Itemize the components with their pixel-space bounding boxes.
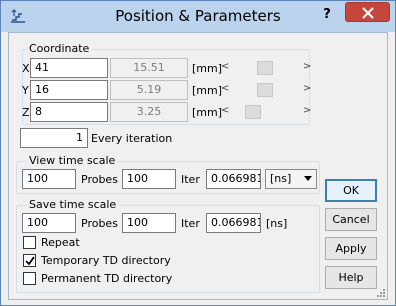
z-slider[interactable]: < >	[219, 102, 317, 122]
x-axis-label: X	[22, 62, 30, 75]
checkmark-icon	[25, 256, 35, 266]
resize-grip-icon[interactable]	[375, 287, 385, 297]
view-iter-field[interactable]: 0.066981	[206, 169, 261, 189]
permanent-td-directory-label: Permanent TD directory	[41, 272, 173, 285]
x-unit-label: [mm]	[192, 62, 223, 75]
y-axis-label: Y	[22, 84, 29, 97]
context-help-button[interactable]: ?	[317, 6, 337, 24]
y-unit-label: [mm]	[192, 84, 223, 97]
z-readout: 3.25	[110, 102, 188, 122]
ok-button[interactable]: OK	[325, 179, 377, 202]
repeat-label: Repeat	[41, 236, 80, 249]
y-slider-left-arrow[interactable]: <	[221, 83, 229, 94]
view-unit-selected: [ns]	[270, 172, 292, 185]
save-iter-label: Iter	[181, 217, 200, 230]
save-time-scale-field[interactable]: 100	[22, 213, 76, 233]
z-unit-label: [mm]	[192, 106, 223, 119]
view-unit-select[interactable]: [ns]	[265, 169, 317, 189]
y-slider-thumb[interactable]	[257, 83, 273, 97]
cancel-button[interactable]: Cancel	[325, 208, 377, 231]
temporary-td-directory-label: Temporary TD directory	[41, 254, 171, 267]
y-coordinate-field[interactable]: 16	[30, 80, 108, 100]
view-probes-field[interactable]: 100	[122, 169, 176, 189]
y-slider-right-arrow[interactable]: >	[303, 83, 311, 94]
save-iter-field[interactable]: 0.066981	[206, 213, 261, 233]
x-slider-thumb[interactable]	[257, 61, 273, 75]
save-probes-field[interactable]: 100	[122, 213, 176, 233]
dialog-client-area: Coordinate X 41 15.51 [mm] < > Y 16 5.19…	[8, 32, 388, 300]
dialog-window: Position & Parameters ? Coordinate X 41 …	[0, 0, 396, 306]
z-slider-right-arrow[interactable]: >	[303, 105, 311, 116]
repeat-checkbox[interactable]	[23, 236, 36, 249]
z-slider-thumb[interactable]	[245, 105, 261, 119]
save-probes-label: Probes	[81, 217, 118, 230]
temporary-td-directory-checkbox[interactable]	[23, 254, 36, 267]
y-readout: 5.19	[110, 80, 188, 100]
title-bar[interactable]: Position & Parameters ?	[1, 1, 395, 32]
chevron-down-icon	[304, 176, 312, 181]
y-slider[interactable]: < >	[219, 80, 317, 100]
every-iteration-label: Every iteration	[91, 132, 173, 145]
iteration-field[interactable]: 1	[20, 128, 88, 148]
close-icon	[362, 7, 374, 19]
apply-button[interactable]: Apply	[325, 237, 377, 260]
coordinate-group-label: Coordinate	[27, 42, 92, 55]
z-slider-left-arrow[interactable]: <	[221, 105, 229, 116]
z-coordinate-field[interactable]: 8	[30, 102, 108, 122]
close-button[interactable]	[345, 2, 390, 22]
save-unit-label: [ns]	[266, 217, 288, 230]
help-button[interactable]: Help	[325, 266, 377, 289]
view-time-scale-field[interactable]: 100	[22, 169, 76, 189]
permanent-td-directory-checkbox[interactable]	[23, 272, 36, 285]
z-axis-label: Z	[22, 106, 30, 119]
view-time-scale-label: View time scale	[27, 154, 118, 167]
x-slider[interactable]: < >	[219, 58, 317, 78]
view-probes-label: Probes	[81, 173, 118, 186]
save-time-scale-label: Save time scale	[27, 198, 119, 211]
view-iter-label: Iter	[181, 173, 200, 186]
x-slider-left-arrow[interactable]: <	[221, 61, 229, 72]
x-slider-right-arrow[interactable]: >	[303, 61, 311, 72]
x-readout: 15.51	[110, 58, 188, 78]
x-coordinate-field[interactable]: 41	[30, 58, 108, 78]
